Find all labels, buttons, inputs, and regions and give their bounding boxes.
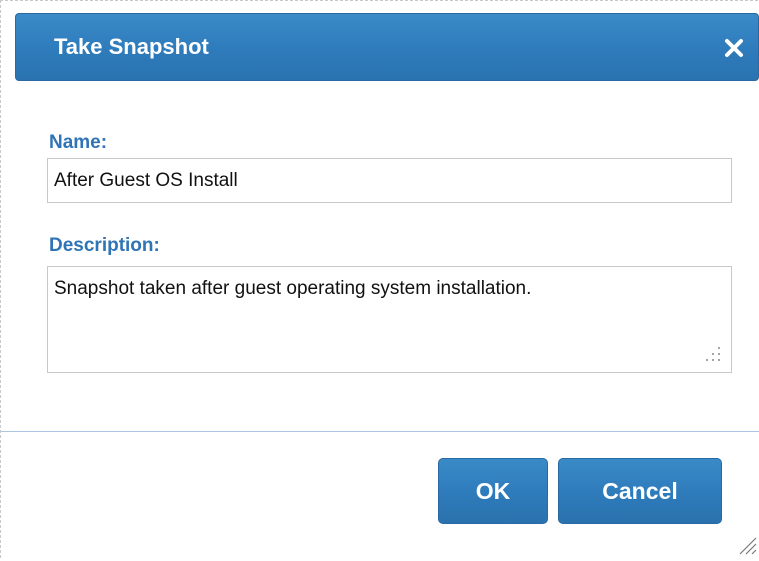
dialog-resize-grip-icon[interactable] [734,532,758,556]
cancel-button[interactable]: Cancel [558,458,722,524]
description-textarea[interactable]: Snapshot taken after guest operating sys… [47,266,732,373]
textarea-resize-grip-icon[interactable] [701,344,723,366]
close-icon[interactable] [722,34,746,60]
take-snapshot-dialog: Take Snapshot Name: Description: Snapsho… [0,0,759,558]
name-input[interactable] [47,158,732,203]
ok-button[interactable]: OK [438,458,548,524]
dialog-titlebar[interactable]: Take Snapshot [15,13,759,81]
dialog-title: Take Snapshot [54,34,209,59]
name-label: Name: [49,132,108,153]
description-label: Description: [49,235,160,256]
footer-divider [1,431,759,432]
